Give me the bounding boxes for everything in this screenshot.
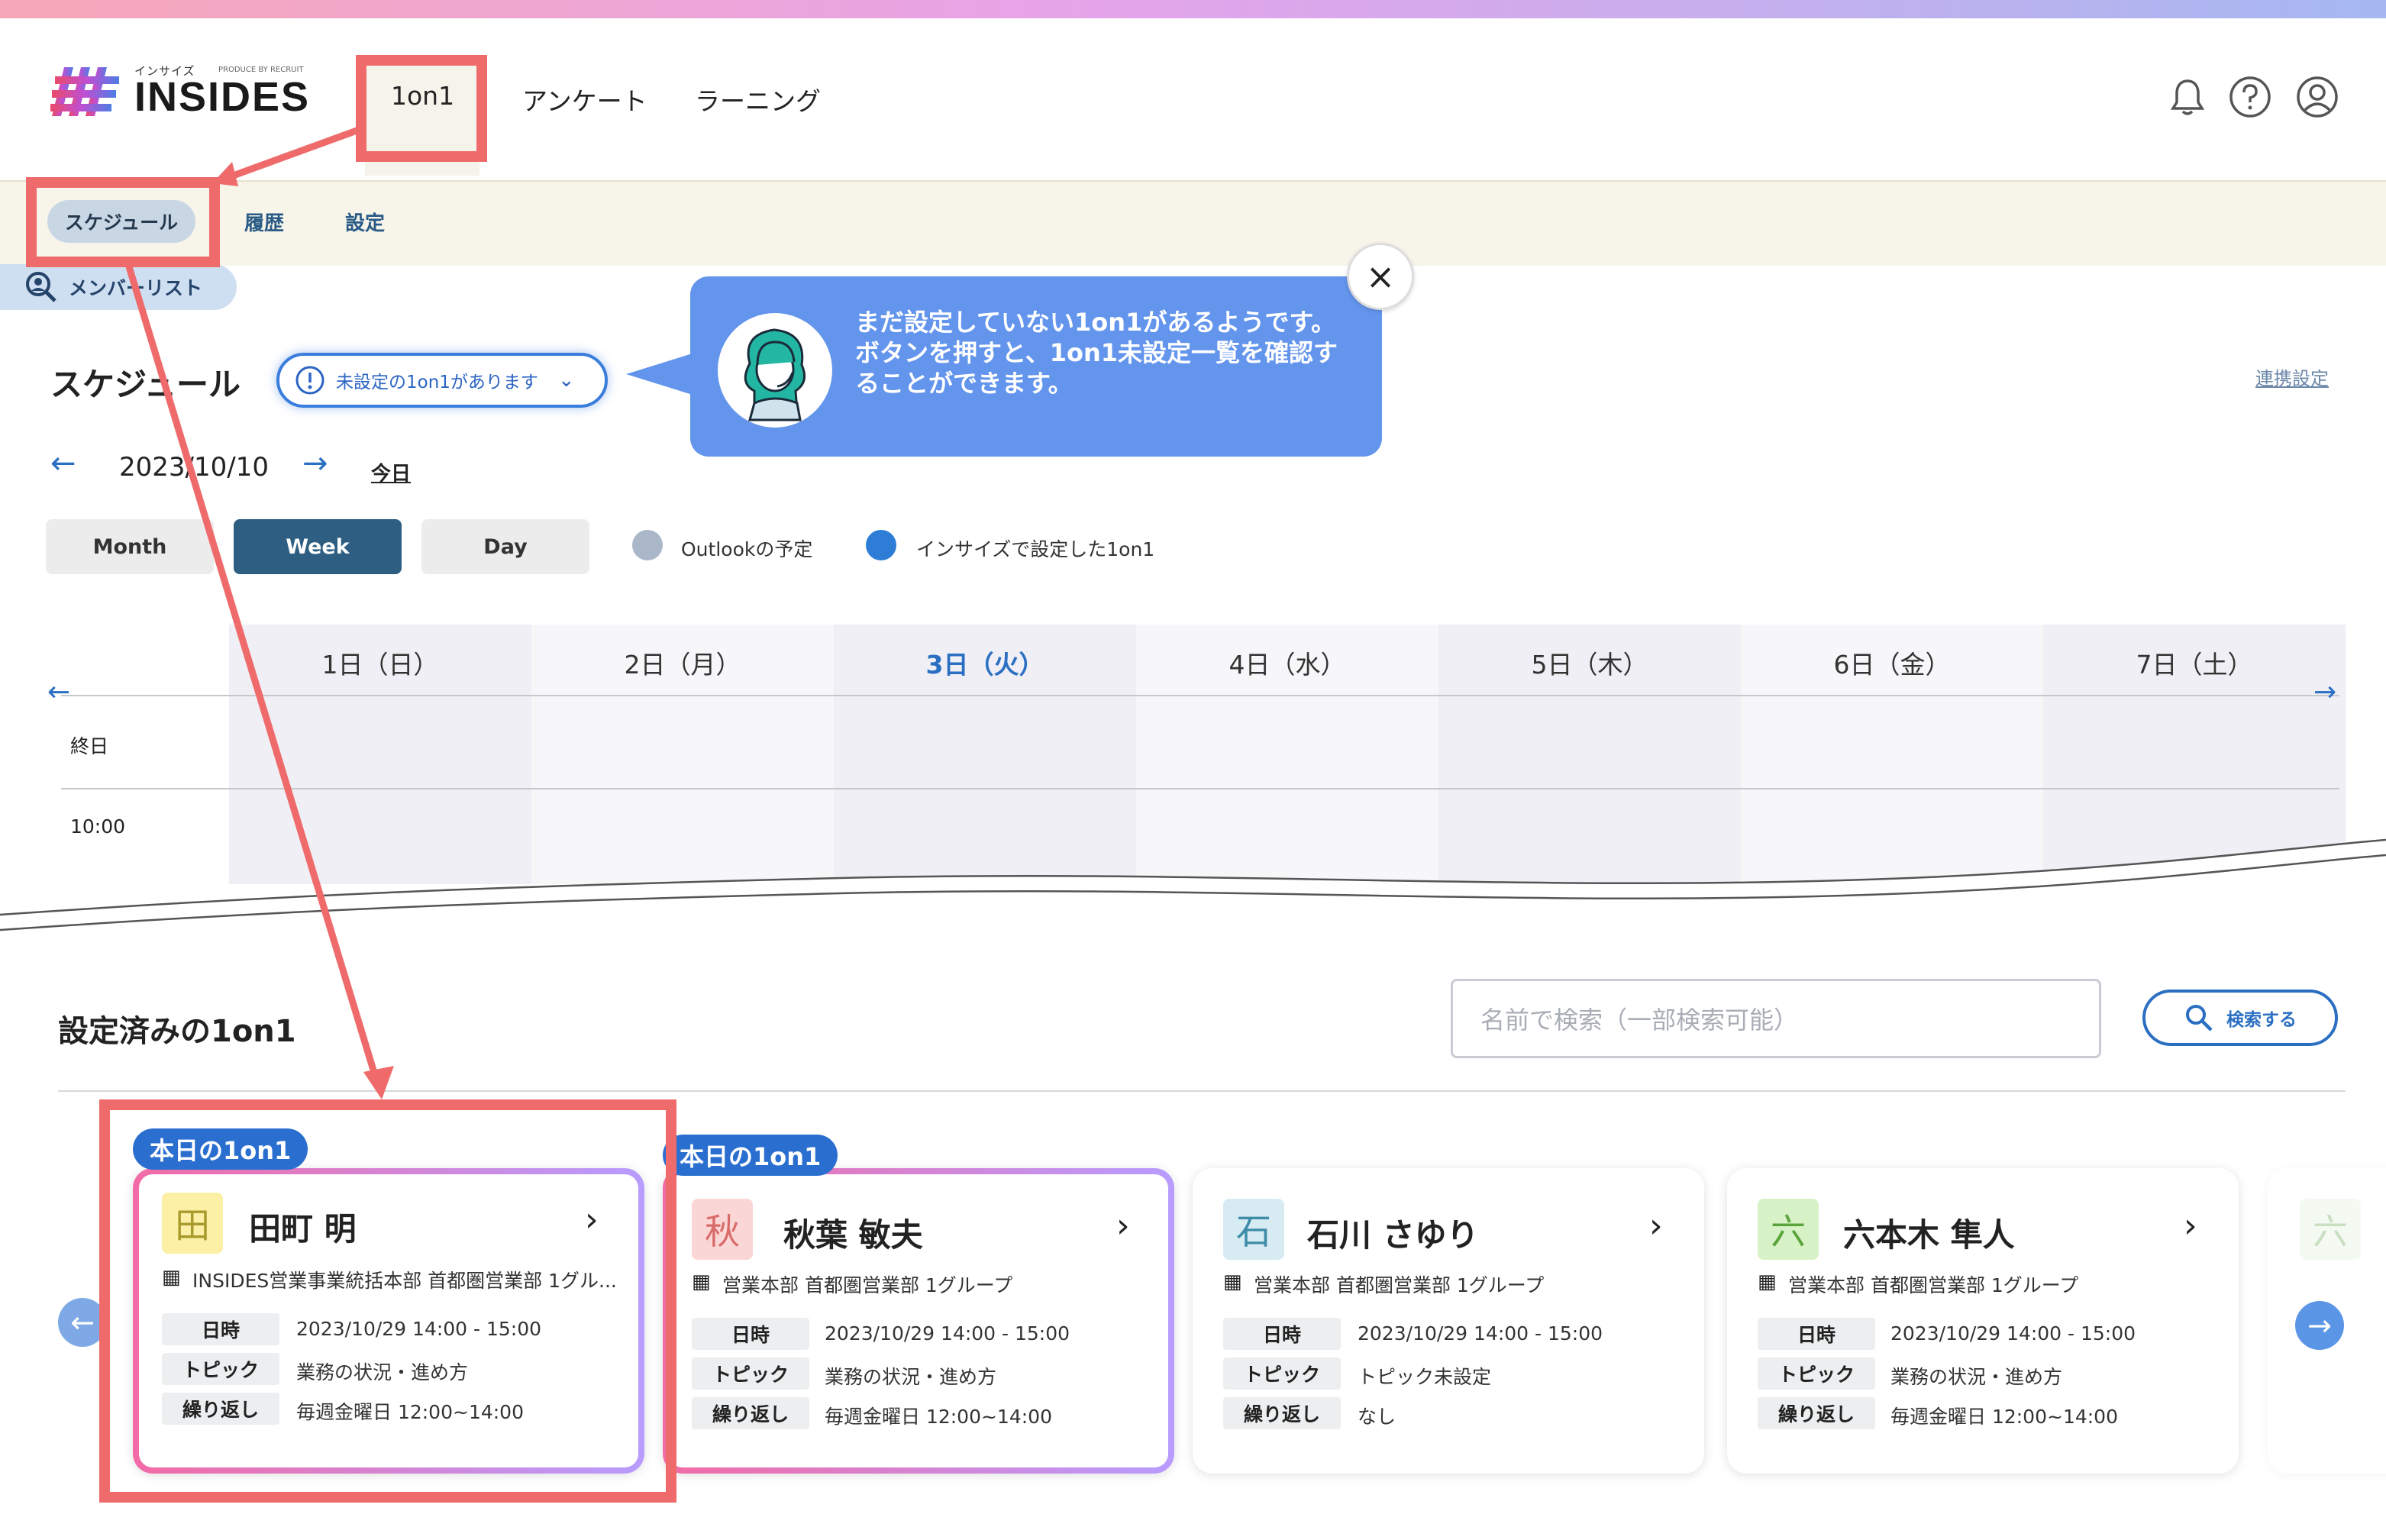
annotation-arrows [124, 126, 394, 1099]
